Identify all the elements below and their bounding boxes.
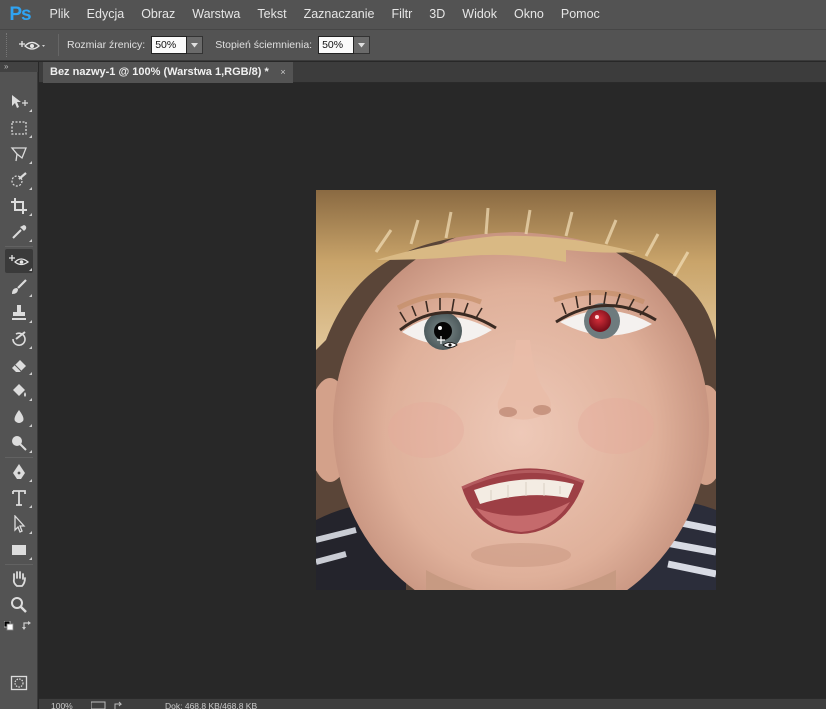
- quick-mask-button[interactable]: [5, 671, 33, 695]
- quick-selection-tool-icon: [11, 172, 27, 187]
- move-tool[interactable]: [5, 90, 33, 114]
- menu-widok[interactable]: Widok: [454, 0, 506, 29]
- canvas-workspace[interactable]: [39, 83, 826, 698]
- swap-colors-icon[interactable]: [22, 620, 33, 631]
- hand-tool[interactable]: [5, 567, 33, 591]
- document-tab-title: Bez nazwy-1 @ 100% (Warstwa 1,RGB/8) *: [50, 66, 269, 78]
- pupil-size-label: Rozmiar źrenicy:: [67, 39, 146, 51]
- darken-amount-dropdown[interactable]: [354, 36, 371, 54]
- default-colors-icon[interactable]: [4, 621, 14, 631]
- tool-preset-picker[interactable]: [12, 32, 50, 58]
- blur-tool[interactable]: [5, 405, 33, 429]
- zoom-tool[interactable]: [5, 593, 33, 617]
- marquee-tool[interactable]: [5, 116, 33, 140]
- crop-tool[interactable]: [5, 194, 33, 218]
- paint-bucket-tool-icon: [13, 384, 26, 397]
- pen-tool[interactable]: [5, 460, 33, 484]
- menu-warstwa[interactable]: Warstwa: [184, 0, 249, 29]
- menu-bar: Ps Plik Edycja Obraz Warstwa Tekst Zazna…: [0, 0, 826, 29]
- move-tool-icon: [12, 95, 28, 108]
- pupil-size-field: 50%: [151, 36, 204, 54]
- status-bar-icons[interactable]: [91, 701, 127, 709]
- dodge-tool[interactable]: [5, 431, 33, 455]
- clone-stamp-tool-icon: [12, 305, 26, 320]
- rectangle-tool-icon: [12, 545, 26, 555]
- dodge-tool-icon: [12, 436, 27, 451]
- tools-panel-collapse[interactable]: »: [0, 62, 38, 72]
- type-tool[interactable]: [5, 486, 33, 510]
- menu-pomoc[interactable]: Pomoc: [552, 0, 608, 29]
- status-bar: 100% Dok: 468,8 KB/468,8 KB: [39, 698, 826, 709]
- path-selection-tool[interactable]: [5, 512, 33, 536]
- menu-plik[interactable]: Plik: [41, 0, 78, 29]
- chevron-down-icon: [191, 42, 199, 47]
- eraser-tool[interactable]: [5, 353, 33, 377]
- darken-amount-input[interactable]: 50%: [318, 36, 355, 54]
- quick-selection-tool[interactable]: [5, 168, 33, 192]
- brush-tool[interactable]: [5, 275, 33, 299]
- red-eye-tool[interactable]: [5, 249, 33, 273]
- document-tab[interactable]: Bez nazwy-1 @ 100% (Warstwa 1,RGB/8) *: [43, 62, 293, 83]
- menu-zaznaczanie[interactable]: Zaznaczanie: [295, 0, 383, 29]
- menu-okno[interactable]: Okno: [506, 0, 553, 29]
- quick-mask-icon: [10, 675, 28, 691]
- options-bar: Rozmiar źrenicy: 50% Stopień ściemnienia…: [0, 29, 826, 61]
- paint-bucket-tool[interactable]: [5, 379, 33, 403]
- photoshop-logo: Ps: [9, 3, 31, 25]
- close-tab-button[interactable]: ×: [276, 62, 290, 83]
- rectangle-tool[interactable]: [5, 538, 33, 562]
- options-separator: [58, 34, 59, 56]
- tools-panel: [0, 72, 38, 709]
- darken-amount-field: 50%: [318, 36, 371, 54]
- document-size: Dok: 468,8 KB/468,8 KB: [165, 701, 258, 709]
- marquee-tool-icon: [11, 121, 27, 135]
- type-tool-icon: [12, 490, 26, 506]
- history-brush-tool[interactable]: [5, 327, 33, 351]
- eyedropper-tool-icon: [12, 225, 27, 239]
- red-eye-tool-icon: [9, 255, 30, 266]
- eyedropper-tool[interactable]: [5, 220, 33, 244]
- menu-edycja[interactable]: Edycja: [78, 0, 133, 29]
- pen-tool-icon: [13, 464, 25, 479]
- brush-tool-icon: [12, 279, 27, 294]
- blur-tool-icon: [14, 410, 24, 423]
- clone-stamp-tool[interactable]: [5, 301, 33, 325]
- darken-amount-label: Stopień ściemnienia:: [215, 39, 313, 51]
- lasso-tool-icon: [10, 147, 27, 162]
- pupil-size-dropdown[interactable]: [187, 36, 204, 54]
- menu-3d[interactable]: 3D: [421, 0, 454, 29]
- hand-tool-icon: [12, 571, 26, 587]
- child-portrait-photo: [316, 190, 716, 590]
- zoom-tool-icon: [11, 597, 27, 613]
- chevron-down-icon: [358, 42, 366, 47]
- menu-tekst[interactable]: Tekst: [249, 0, 295, 29]
- path-selection-tool-icon: [14, 515, 26, 533]
- document-tab-bar: Bez nazwy-1 @ 100% (Warstwa 1,RGB/8) * ×: [39, 62, 826, 83]
- red-eye-tool-icon: [19, 41, 45, 50]
- zoom-level[interactable]: 100%: [51, 701, 73, 709]
- lasso-tool[interactable]: [5, 142, 33, 166]
- menu-obraz[interactable]: Obraz: [133, 0, 184, 29]
- menu-filtr[interactable]: Filtr: [383, 0, 421, 29]
- crop-tool-icon: [11, 198, 27, 214]
- eraser-tool-icon: [12, 360, 26, 372]
- canvas-image[interactable]: [316, 190, 716, 590]
- history-brush-tool-icon: [12, 331, 26, 346]
- pupil-size-input[interactable]: 50%: [151, 36, 188, 54]
